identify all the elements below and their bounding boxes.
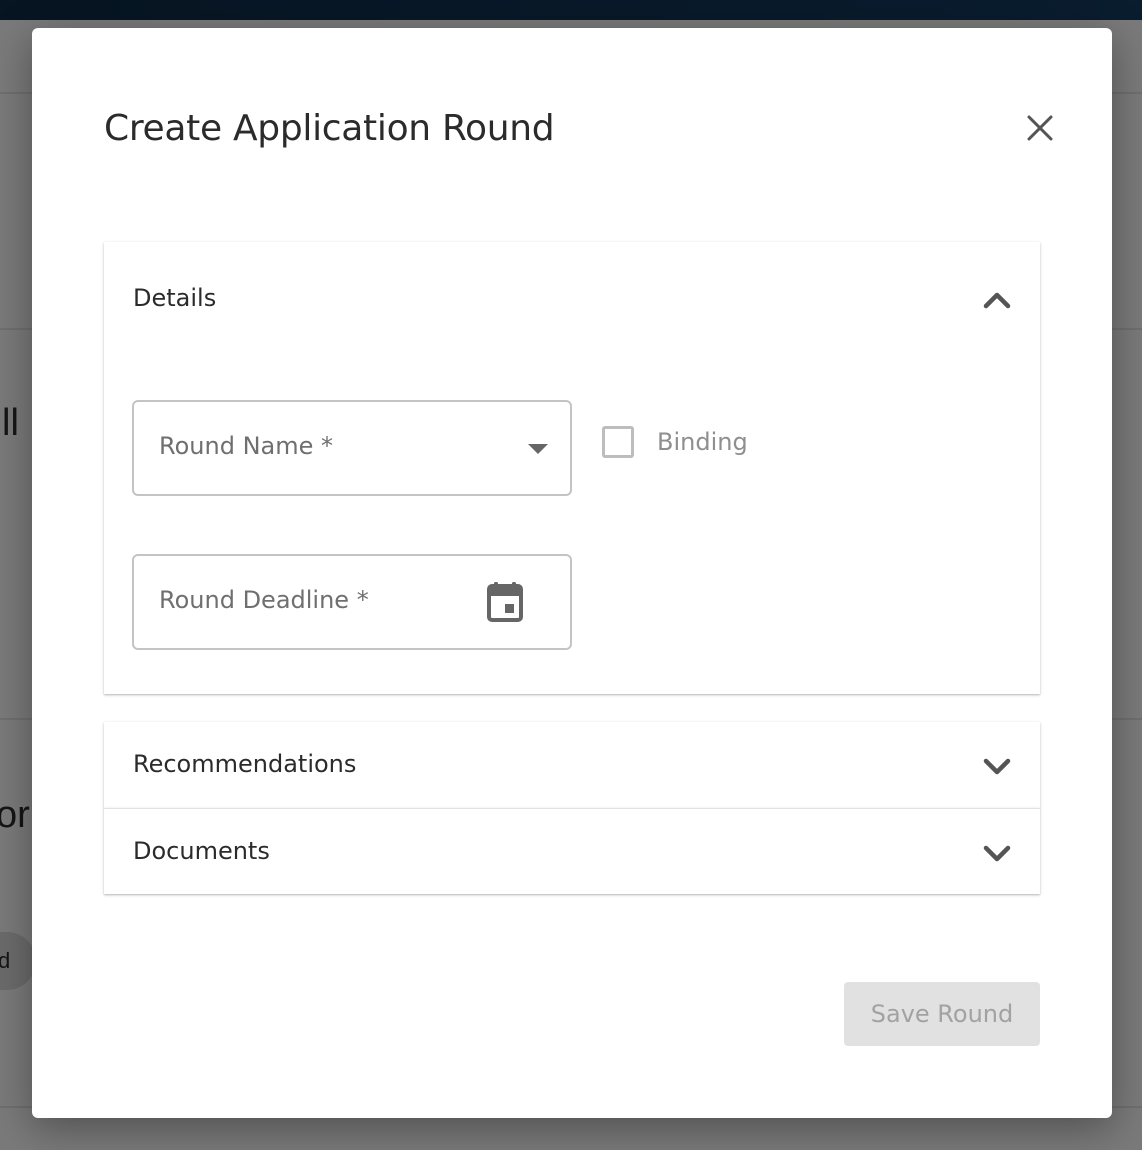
save-round-button[interactable]: Save Round — [844, 982, 1040, 1046]
documents-section-header[interactable]: Documents — [104, 809, 1040, 895]
modal-title: Create Application Round — [104, 108, 555, 149]
chevron-up-icon — [982, 285, 1012, 315]
close-button[interactable] — [1020, 108, 1060, 148]
details-section-title: Details — [133, 284, 217, 312]
recommendations-section-title: Recommendations — [133, 750, 357, 778]
documents-section: Documents — [104, 808, 1040, 894]
calendar-icon[interactable] — [485, 580, 525, 624]
binding-checkbox[interactable] — [602, 426, 634, 458]
create-round-modal: Create Application Round Details Round N… — [32, 28, 1112, 1118]
round-name-select[interactable]: Round Name * — [132, 400, 572, 496]
chevron-down-icon — [982, 838, 1012, 868]
round-deadline-field[interactable]: Round Deadline * — [132, 554, 572, 650]
recommendations-section: Recommendations — [104, 722, 1040, 808]
documents-section-title: Documents — [133, 837, 270, 865]
details-section: Details Round Name * Binding Round Deadl… — [104, 242, 1040, 694]
close-icon — [1027, 115, 1053, 141]
dropdown-arrow-icon[interactable] — [528, 444, 548, 454]
binding-label: Binding — [657, 428, 748, 456]
binding-checkbox-control[interactable]: Binding — [602, 424, 748, 460]
round-name-input[interactable] — [134, 402, 570, 494]
recommendations-section-header[interactable]: Recommendations — [104, 722, 1040, 808]
details-section-header[interactable]: Details — [104, 242, 1040, 358]
chevron-down-icon — [982, 751, 1012, 781]
